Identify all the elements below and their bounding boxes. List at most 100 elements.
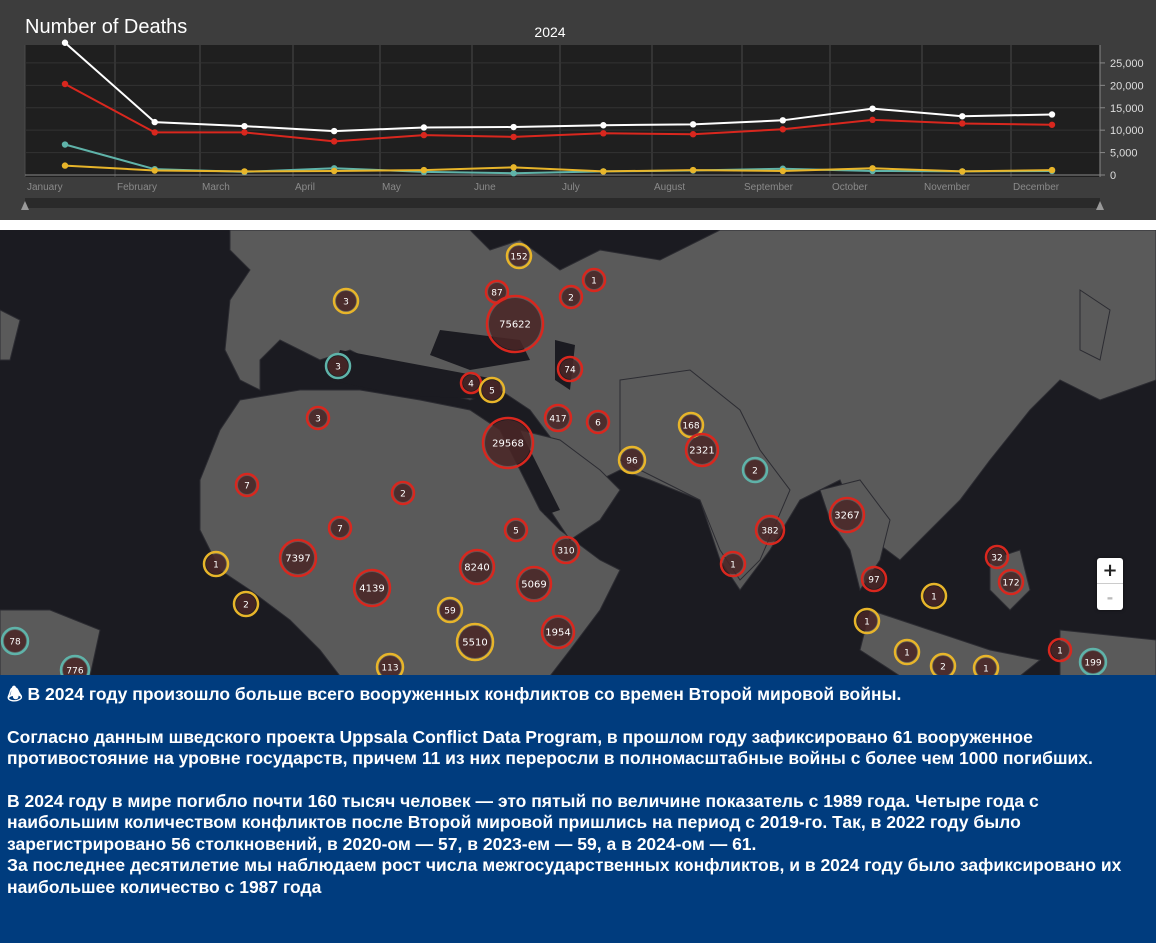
conflict-cluster-marker[interactable]: 1 [893,638,921,666]
conflict-cluster-marker[interactable]: 5069 [515,565,553,603]
conflict-cluster-marker[interactable]: 152 [505,242,533,270]
series-point[interactable] [330,138,338,145]
conflict-cluster-marker[interactable]: 5 [503,517,529,543]
conflict-cluster-marker[interactable]: 3 [332,287,360,315]
conflict-cluster-marker[interactable]: 2 [390,480,416,506]
series-point[interactable] [241,129,248,136]
conflict-cluster-marker[interactable]: 6 [585,409,611,435]
series-point[interactable] [869,105,876,112]
conflict-cluster-marker[interactable]: 417 [543,403,573,433]
conflict-cluster-marker[interactable]: 3267 [828,496,866,534]
cluster-count-label: 8240 [464,563,489,574]
conflict-cluster-marker[interactable]: 1 [202,550,230,578]
conflict-cluster-marker[interactable]: 4 [459,371,483,395]
conflict-cluster-marker[interactable]: 87 [484,279,510,305]
series-point[interactable] [61,39,69,46]
conflict-cluster-marker[interactable]: 382 [754,514,786,546]
series-point[interactable] [510,123,517,131]
conflict-cluster-marker[interactable]: 3 [305,405,331,431]
series-point[interactable] [241,122,248,130]
conflict-cluster-marker[interactable]: 8240 [458,548,496,586]
conflict-cluster-marker[interactable]: 1 [920,582,948,610]
paragraph-decade: За последнее десятилетие мы наблюдаем ро… [7,855,1122,897]
series-point[interactable] [510,133,517,141]
series-point[interactable] [151,118,158,126]
series-point[interactable] [689,166,697,174]
series-point[interactable] [600,168,607,175]
cluster-count-label: 75622 [499,320,531,331]
range-slider-track[interactable] [25,198,1100,208]
conflict-cluster-marker[interactable]: 776 [59,654,91,676]
conflict-cluster-marker[interactable]: 29568 [481,416,535,470]
conflict-cluster-marker[interactable]: 32 [984,544,1010,570]
series-point[interactable] [61,162,69,169]
conflict-cluster-marker[interactable]: 2 [741,456,769,484]
conflict-cluster-marker[interactable]: 97 [860,565,888,593]
conflict-cluster-marker[interactable]: 78 [0,626,30,656]
zoom-out-button[interactable]: - [1097,584,1123,610]
x-tick-label: March [202,182,230,193]
conflict-cluster-marker[interactable]: 2 [558,284,584,310]
cluster-count-label: 97 [868,576,879,586]
conflict-cluster-marker[interactable]: 59 [436,596,464,624]
conflict-cluster-marker[interactable]: 1 [581,267,607,293]
conflict-cluster-marker[interactable]: 310 [551,535,581,565]
conflict-cluster-marker[interactable]: 113 [375,652,405,676]
conflict-cluster-marker[interactable]: 7 [234,472,260,498]
series-point[interactable] [151,167,158,174]
conflict-map[interactable]: 152 1 87 2 3 75622 3 74 4 5 3 417 6 29568 168 2321 96 2 7 2… [0,230,1156,676]
conflict-cluster-marker[interactable]: 7397 [278,538,318,578]
conflict-cluster-marker[interactable]: 1954 [540,614,576,650]
series-point[interactable] [420,166,428,174]
conflict-cluster-marker[interactable]: 96 [617,445,647,475]
series-point[interactable] [61,80,69,88]
series-point[interactable] [510,170,517,177]
series-point[interactable] [779,126,787,133]
series-point[interactable] [959,120,966,127]
series-point[interactable] [869,165,876,172]
cluster-count-label: 1 [904,649,910,659]
series-point[interactable] [1048,111,1056,118]
zoom-in-button[interactable]: + [1097,558,1123,584]
series-point[interactable] [1048,166,1056,174]
series-point[interactable] [151,129,158,136]
conflict-cluster-marker[interactable]: 199 [1078,647,1108,676]
paragraph-ucdp: Согласно данным шведского проекта Uppsal… [7,726,1093,769]
cluster-count-label: 5510 [462,638,487,649]
series-point[interactable] [420,131,428,139]
conflict-cluster-marker[interactable]: 2 [232,590,260,618]
map-canvas[interactable]: 152187 23756223 74453 417 629568168232196272… [0,230,1156,676]
conflict-cluster-marker[interactable]: 1 [972,654,1000,676]
conflict-cluster-marker[interactable]: 1 [1047,637,1073,663]
series-point[interactable] [330,127,338,135]
x-tick-label: October [832,182,868,193]
conflict-cluster-marker[interactable]: 1 [853,607,881,635]
series-point[interactable] [241,168,248,175]
series-point[interactable] [959,113,966,120]
series-point[interactable] [779,117,787,124]
series-point[interactable] [959,168,966,175]
conflict-cluster-marker[interactable]: 7 [327,515,353,541]
conflict-cluster-marker[interactable]: 1 [719,550,747,578]
series-point[interactable] [1048,121,1056,128]
series-point[interactable] [689,131,697,138]
conflict-cluster-marker[interactable]: 5 [478,376,506,404]
conflict-cluster-marker[interactable]: 2321 [684,432,720,468]
series-point[interactable] [600,130,607,137]
conflict-cluster-marker[interactable]: 172 [997,568,1025,596]
series-point[interactable] [510,164,517,171]
series-point[interactable] [600,122,607,129]
series-point[interactable] [689,121,697,128]
conflict-cluster-marker[interactable]: 5510 [455,622,495,662]
series-point[interactable] [779,167,787,175]
cluster-count-label: 6 [595,419,601,429]
conflict-cluster-marker[interactable]: 74 [556,355,584,383]
series-point[interactable] [420,124,428,131]
conflict-cluster-marker[interactable]: 4139 [352,568,392,608]
conflict-cluster-marker[interactable]: 75622 [485,294,545,354]
series-point[interactable] [330,167,338,175]
series-point[interactable] [61,141,69,148]
zoom-control: + - [1097,558,1123,610]
conflict-cluster-marker[interactable]: 3 [324,352,352,380]
series-point[interactable] [869,116,876,124]
